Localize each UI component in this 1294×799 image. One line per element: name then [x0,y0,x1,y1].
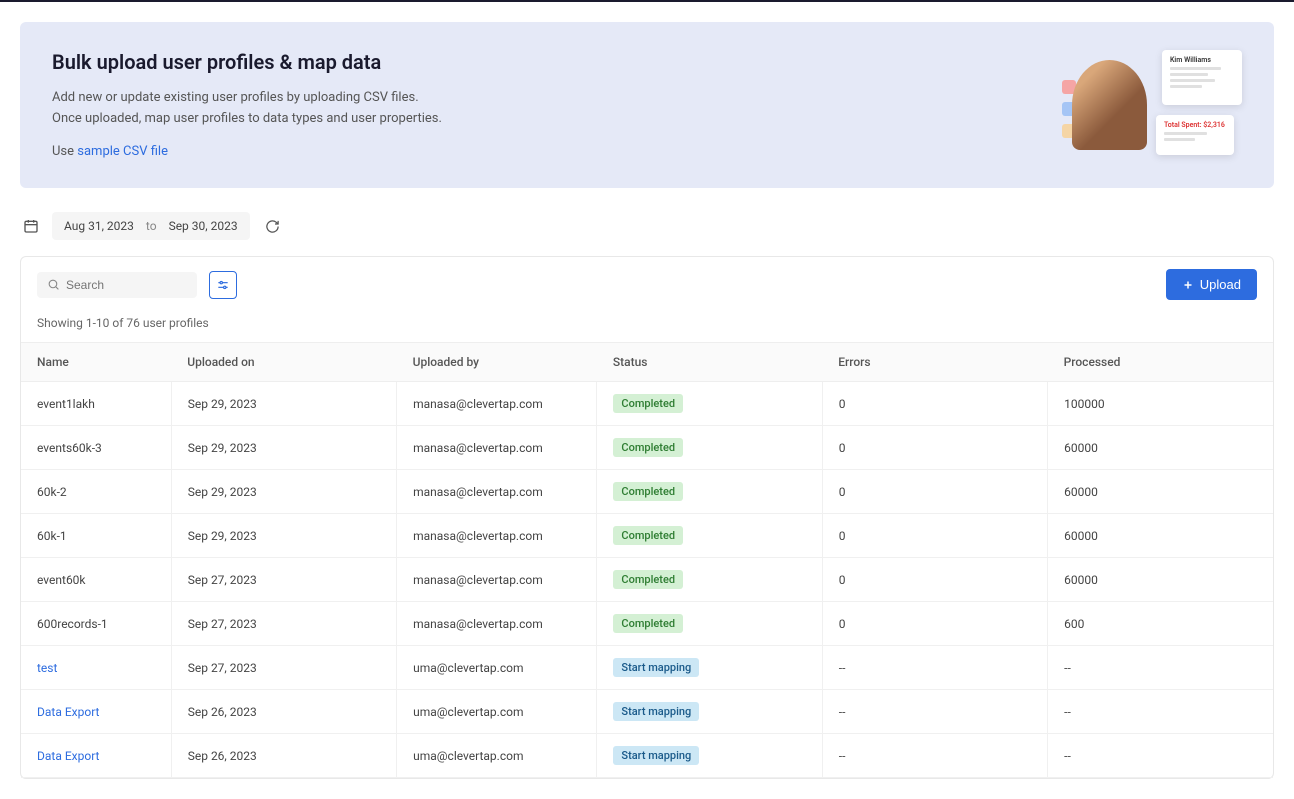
row-name[interactable]: test [37,661,57,675]
row-name[interactable]: Data Export [37,749,99,763]
uploads-table-card: Upload Showing 1-10 of 76 user profiles … [20,256,1274,779]
status-badge: Completed [613,394,683,413]
filter-button[interactable] [209,271,237,299]
row-uploaded-on: Sep 26, 2023 [171,734,396,778]
row-uploaded-on: Sep 29, 2023 [171,514,396,558]
status-badge: Completed [613,614,683,633]
row-processed: 100000 [1048,382,1273,426]
uploads-table: Name Uploaded on Uploaded by Status Erro… [21,342,1273,778]
row-processed: 60000 [1048,514,1273,558]
col-name: Name [21,343,171,382]
row-uploaded-by: manasa@clevertap.com [397,470,597,514]
row-name: 60k-1 [37,529,67,543]
row-uploaded-by: manasa@clevertap.com [397,602,597,646]
row-name: 60k-2 [37,485,67,499]
row-uploaded-on: Sep 26, 2023 [171,690,396,734]
row-uploaded-by: uma@clevertap.com [397,646,597,690]
row-errors: 0 [822,514,1047,558]
col-uploaded-by: Uploaded by [397,343,597,382]
date-from: Aug 31, 2023 [64,219,134,233]
hero-illustration: Kim Williams Total Spent: $2,316 [1062,50,1242,160]
table-row: 60k-2 Sep 29, 2023manasa@clevertap.com Com… [21,470,1273,514]
row-errors: 0 [822,558,1047,602]
date-to-label: to [146,219,157,233]
row-errors: 0 [822,470,1047,514]
table-row: events60k-3 Sep 29, 2023manasa@clevertap.… [21,426,1273,470]
search-wrap[interactable] [37,272,197,298]
col-errors: Errors [822,343,1047,382]
row-processed: 60000 [1048,470,1273,514]
row-uploaded-by: manasa@clevertap.com [397,382,597,426]
row-name: event60k [37,573,86,587]
row-processed: -- [1048,734,1273,778]
row-uploaded-by: uma@clevertap.com [397,734,597,778]
row-uploaded-by: manasa@clevertap.com [397,558,597,602]
col-uploaded-on: Uploaded on [171,343,396,382]
row-uploaded-on: Sep 29, 2023 [171,382,396,426]
row-uploaded-by: manasa@clevertap.com [397,426,597,470]
row-uploaded-on: Sep 27, 2023 [171,602,396,646]
upload-button[interactable]: Upload [1166,269,1257,300]
row-name: 600records-1 [37,617,108,631]
status-badge: Completed [613,570,683,589]
status-badge[interactable]: Start mapping [613,658,699,677]
table-row: event60k Sep 27, 2023manasa@clevertap.com… [21,558,1273,602]
row-name: event1lakh [37,397,95,411]
hero-banner: Bulk upload user profiles & map data Add… [20,22,1274,188]
date-to: Sep 30, 2023 [169,219,238,233]
row-processed: 60000 [1048,558,1273,602]
row-errors: -- [822,646,1047,690]
col-status: Status [597,343,822,382]
table-row: Data Export Sep 26, 2023uma@clevertap.com… [21,690,1273,734]
row-uploaded-by: manasa@clevertap.com [397,514,597,558]
hero-link-line: Use sample CSV file [52,144,442,159]
col-processed: Processed [1048,343,1273,382]
row-processed: 60000 [1048,426,1273,470]
sliders-icon [216,278,230,292]
table-row: 600records-1 Sep 27, 2023manasa@clevertap… [21,602,1273,646]
row-uploaded-on: Sep 27, 2023 [171,558,396,602]
row-uploaded-on: Sep 29, 2023 [171,426,396,470]
search-input[interactable] [66,278,187,292]
results-count: Showing 1-10 of 76 user profiles [21,312,1273,342]
row-processed: -- [1048,690,1273,734]
sample-csv-link[interactable]: sample CSV file [77,144,168,159]
row-uploaded-on: Sep 27, 2023 [171,646,396,690]
refresh-icon [265,219,280,234]
table-row: test Sep 27, 2023uma@clevertap.com Start m… [21,646,1273,690]
plus-icon [1182,279,1194,291]
hero-description: Add new or update existing user profiles… [52,88,442,130]
row-errors: 0 [822,382,1047,426]
table-row: event1lakh Sep 29, 2023manasa@clevertap.c… [21,382,1273,426]
calendar-icon[interactable] [20,215,42,237]
row-name: events60k-3 [37,441,102,455]
status-badge: Completed [613,438,683,457]
row-name[interactable]: Data Export [37,705,99,719]
row-uploaded-by: uma@clevertap.com [397,690,597,734]
status-badge: Completed [613,482,683,501]
row-processed: -- [1048,646,1273,690]
table-row: 60k-1 Sep 29, 2023manasa@clevertap.com Com… [21,514,1273,558]
row-uploaded-on: Sep 29, 2023 [171,470,396,514]
row-errors: -- [822,690,1047,734]
date-range-picker[interactable]: Aug 31, 2023 to Sep 30, 2023 [52,212,250,240]
row-errors: 0 [822,426,1047,470]
search-icon [47,278,60,291]
page-title: Bulk upload user profiles & map data [52,50,442,74]
row-processed: 600 [1048,602,1273,646]
row-errors: 0 [822,602,1047,646]
refresh-button[interactable] [260,213,286,239]
table-row: Data Export Sep 26, 2023uma@clevertap.com… [21,734,1273,778]
status-badge: Completed [613,526,683,545]
status-badge[interactable]: Start mapping [613,746,699,765]
status-badge[interactable]: Start mapping [613,702,699,721]
row-errors: -- [822,734,1047,778]
